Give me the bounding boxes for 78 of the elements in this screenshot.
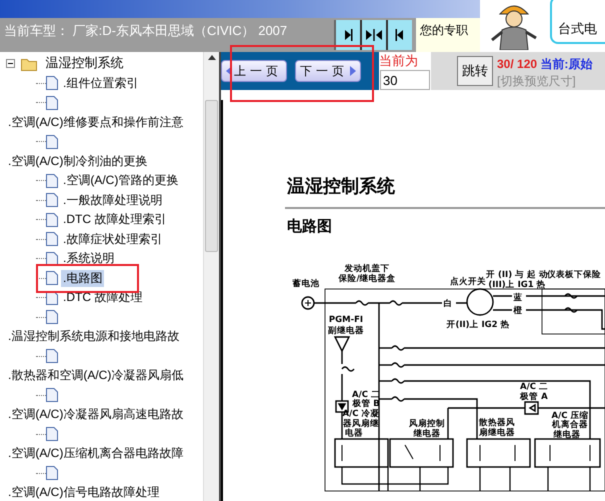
diagram-label: 极管 A: [520, 392, 548, 402]
diagram-label: 继电器: [414, 429, 440, 439]
document-icon: [46, 232, 58, 246]
collapse-icon[interactable]: [6, 59, 15, 68]
tree-item[interactable]: .空调(A/C)管路的更换: [61, 172, 180, 189]
scrollbar[interactable]: [203, 52, 219, 501]
diagram-label: 扇继电器: [479, 428, 515, 438]
arrows-inward-icon: [366, 29, 382, 41]
diagram-label: 继电器: [554, 430, 580, 440]
document-icon: [46, 310, 58, 324]
diagram-label: A/C 二: [352, 390, 380, 400]
jump-button[interactable]: 跳转: [457, 56, 493, 86]
diagram-label: A/C 压缩: [552, 411, 588, 421]
diagram-label: 开 (II) 与 起 动: [486, 270, 548, 280]
diagram-label: 散热器风: [479, 418, 515, 428]
tree-item[interactable]: .温湿控制系统电源和接地电路故: [6, 328, 182, 345]
arrow-right-icon: [343, 29, 353, 41]
document-icon: [46, 349, 58, 364]
page-label: 当前为: [379, 52, 419, 70]
diagram-label: 橙: [514, 306, 522, 316]
diagram-label: 风扇控制: [409, 419, 445, 429]
diagram-label: PGM-FI: [328, 315, 364, 325]
document-icon: [46, 252, 58, 266]
mode-label: 当前:: [540, 57, 568, 71]
diagram-label: 点火开关: [450, 277, 486, 287]
tree-item[interactable]: .故障症状处理索引: [61, 230, 164, 248]
tree-item[interactable]: .电路图: [61, 270, 104, 286]
document-icon: [46, 212, 58, 227]
document-icon: [46, 388, 58, 402]
document-title: 温湿控制系统: [287, 175, 395, 198]
diagram-label: 电器: [345, 428, 363, 438]
tree-item[interactable]: .空调(A/C)冷凝器风扇高速电路故: [6, 406, 186, 423]
scroll-thumb[interactable]: [205, 100, 218, 252]
diagram-label: 开(II)上 IG2 热: [446, 320, 510, 330]
next-page-button[interactable]: 下一页: [295, 60, 361, 82]
arrow-left-icon: [395, 29, 405, 41]
tree-item[interactable]: .空调(A/C)压缩机离合器电路故障: [6, 445, 186, 462]
diagram-label: 仪表板下保险: [547, 270, 601, 280]
diagram-label: A/C 二: [520, 382, 548, 392]
promo-text: 台式电: [558, 20, 597, 38]
document-icon: [46, 427, 58, 442]
diagram-label: 机离合器: [552, 420, 588, 430]
tree-item[interactable]: .空调(A/C)制冷剂油的更换: [6, 152, 150, 170]
document-icon: [46, 76, 58, 90]
layout-button[interactable]: [360, 20, 386, 50]
tree-item[interactable]: .空调(A/C)信号电路故障处理: [6, 484, 162, 501]
tree-item[interactable]: .一般故障处理说明: [61, 192, 164, 208]
layout-button[interactable]: [334, 20, 360, 50]
diagram-label: 蓝: [514, 293, 522, 303]
diagram-label: 白: [444, 299, 452, 309]
document-icon: [46, 271, 58, 286]
page-count: 30/ 120: [497, 57, 538, 71]
scroll-up-arrow-icon[interactable]: [208, 55, 216, 60]
folder-icon: [21, 56, 40, 71]
diagram-label: 副继电器: [328, 326, 364, 336]
document-icon: [46, 193, 58, 208]
mode-value: 原始: [568, 57, 592, 71]
document-icon: [46, 174, 58, 188]
diagram-label: (III)上 IG1 热: [488, 280, 546, 290]
document-subtitle: 电路图: [287, 217, 332, 236]
tree-item[interactable]: .空调(A/C)维修要点和操作前注意: [6, 114, 186, 130]
diagram-label: 蓄电池: [292, 279, 320, 289]
layout-button[interactable]: [386, 20, 412, 50]
tree-item[interactable]: .组件位置索引: [61, 74, 140, 92]
vehicle-model: 当前车型： 厂家:D-东风本田思域（CIVIC） 2007: [3, 22, 288, 40]
tree-item[interactable]: .散热器和空调(A/C)冷凝器风扇低: [6, 367, 186, 384]
tree-item[interactable]: .DTC 故障处理索引: [61, 211, 168, 228]
document-icon: [46, 466, 58, 480]
diagram-label: 保险/继电器盒: [338, 274, 396, 284]
tree-folder[interactable]: 温湿控制系统: [46, 53, 124, 72]
diagram-label: 发动机盖下: [344, 264, 390, 274]
arrow-right-icon: [350, 66, 356, 76]
tree-item[interactable]: .系统说明: [61, 250, 116, 267]
document-icon: [46, 134, 58, 149]
document-icon: [46, 96, 58, 110]
diagram-label: 器风扇继: [343, 419, 379, 429]
page-input[interactable]: 30: [380, 70, 430, 90]
notice-text: 您的专职: [416, 18, 480, 52]
